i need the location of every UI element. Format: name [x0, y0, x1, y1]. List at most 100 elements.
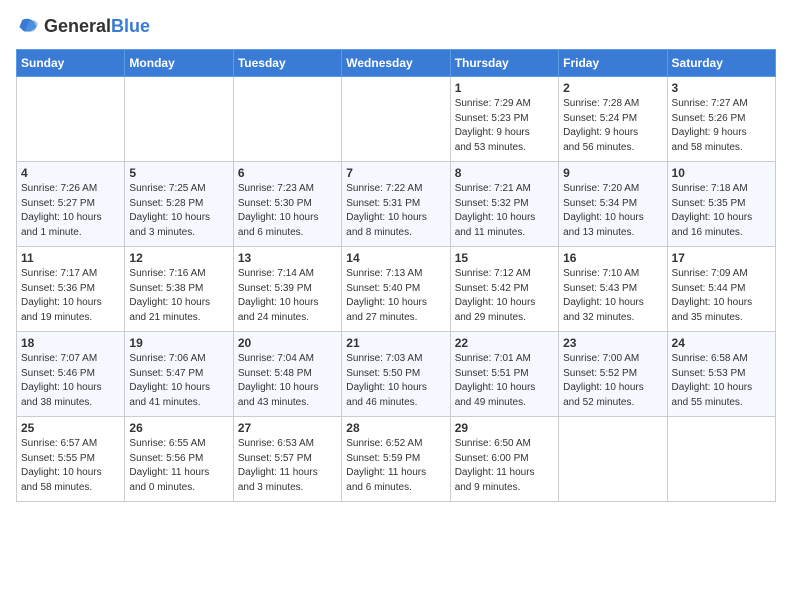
calendar-cell	[559, 417, 667, 502]
day-info: Sunrise: 7:04 AM Sunset: 5:48 PM Dayligh…	[238, 352, 337, 410]
day-number: 9	[563, 166, 662, 180]
calendar-cell: 1Sunrise: 7:29 AM Sunset: 5:23 PM Daylig…	[450, 77, 558, 162]
day-number: 20	[238, 336, 337, 350]
calendar-cell: 28 Sunrise: 6:52 AM Sunset: 5:59 PM Dayli…	[342, 417, 450, 502]
day-info: Sunrise: 7:17 AM Sunset: 5:36 PM Dayligh…	[21, 267, 120, 325]
day-info: Sunrise: 7:06 AM Sunset: 5:47 PM Dayligh…	[129, 352, 228, 410]
weekday-header-friday: Friday	[559, 50, 667, 77]
logo: GeneralBlue	[16, 16, 150, 37]
day-info: Sunrise: 7:14 AM Sunset: 5:39 PM Dayligh…	[238, 267, 337, 325]
calendar-cell: 19 Sunrise: 7:06 AM Sunset: 5:47 PM Dayli…	[125, 332, 233, 417]
day-number: 15	[455, 251, 554, 265]
day-number: 8	[455, 166, 554, 180]
day-info: Sunrise: 7:27 AM Sunset: 5:26 PM Dayligh…	[672, 97, 771, 155]
weekday-header-thursday: Thursday	[450, 50, 558, 77]
day-number: 27	[238, 421, 337, 435]
calendar-cell: 24Sunrise: 6:58 AM Sunset: 5:53 PM Dayli…	[667, 332, 775, 417]
day-info: Sunrise: 6:52 AM Sunset: 5:59 PM Dayligh…	[346, 437, 445, 495]
calendar-cell: 17 Sunrise: 7:09 AM Sunset: 5:44 PM Dayli…	[667, 247, 775, 332]
calendar-cell	[17, 77, 125, 162]
calendar-cell: 13 Sunrise: 7:14 AM Sunset: 5:39 PM Dayli…	[233, 247, 341, 332]
calendar-cell: 23Sunrise: 7:00 AM Sunset: 5:52 PM Dayli…	[559, 332, 667, 417]
weekday-header-row: SundayMondayTuesdayWednesdayThursdayFrid…	[17, 50, 776, 77]
logo-icon	[16, 17, 40, 37]
day-number: 2	[563, 81, 662, 95]
day-info: Sunrise: 7:13 AM Sunset: 5:40 PM Dayligh…	[346, 267, 445, 325]
day-number: 22	[455, 336, 554, 350]
day-number: 5	[129, 166, 228, 180]
calendar-cell: 22Sunrise: 7:01 AM Sunset: 5:51 PM Dayli…	[450, 332, 558, 417]
logo-blue-text: Blue	[111, 16, 150, 36]
day-number: 23	[563, 336, 662, 350]
calendar-cell: 16 Sunrise: 7:10 AM Sunset: 5:43 PM Dayli…	[559, 247, 667, 332]
day-number: 21	[346, 336, 445, 350]
day-number: 16	[563, 251, 662, 265]
weekday-header-wednesday: Wednesday	[342, 50, 450, 77]
calendar-cell: 2 Sunrise: 7:28 AM Sunset: 5:24 PM Daylig…	[559, 77, 667, 162]
day-info: Sunrise: 6:57 AM Sunset: 5:55 PM Dayligh…	[21, 437, 120, 495]
calendar-cell: 18 Sunrise: 7:07 AM Sunset: 5:46 PM Dayli…	[17, 332, 125, 417]
day-info: Sunrise: 7:28 AM Sunset: 5:24 PM Dayligh…	[563, 97, 662, 155]
day-info: Sunrise: 7:23 AM Sunset: 5:30 PM Dayligh…	[238, 182, 337, 240]
day-info: Sunrise: 7:26 AM Sunset: 5:27 PM Dayligh…	[21, 182, 120, 240]
calendar-cell: 10 Sunrise: 7:18 AM Sunset: 5:35 PM Dayli…	[667, 162, 775, 247]
logo-general-text: General	[44, 16, 111, 36]
day-number: 28	[346, 421, 445, 435]
day-number: 11	[21, 251, 120, 265]
calendar-cell: 9 Sunrise: 7:20 AM Sunset: 5:34 PM Daylig…	[559, 162, 667, 247]
calendar-week-row: 18 Sunrise: 7:07 AM Sunset: 5:46 PM Dayli…	[17, 332, 776, 417]
calendar-cell: 21Sunrise: 7:03 AM Sunset: 5:50 PM Dayli…	[342, 332, 450, 417]
day-info: Sunrise: 7:22 AM Sunset: 5:31 PM Dayligh…	[346, 182, 445, 240]
calendar-cell	[342, 77, 450, 162]
calendar-cell: 7 Sunrise: 7:22 AM Sunset: 5:31 PM Daylig…	[342, 162, 450, 247]
day-number: 14	[346, 251, 445, 265]
day-info: Sunrise: 7:07 AM Sunset: 5:46 PM Dayligh…	[21, 352, 120, 410]
day-number: 18	[21, 336, 120, 350]
day-number: 13	[238, 251, 337, 265]
calendar-week-row: 4 Sunrise: 7:26 AM Sunset: 5:27 PM Daylig…	[17, 162, 776, 247]
calendar-cell: 3Sunrise: 7:27 AM Sunset: 5:26 PM Daylig…	[667, 77, 775, 162]
calendar-cell: 27 Sunrise: 6:53 AM Sunset: 5:57 PM Dayli…	[233, 417, 341, 502]
day-info: Sunrise: 7:16 AM Sunset: 5:38 PM Dayligh…	[129, 267, 228, 325]
calendar-week-row: 1Sunrise: 7:29 AM Sunset: 5:23 PM Daylig…	[17, 77, 776, 162]
calendar-cell: 11 Sunrise: 7:17 AM Sunset: 5:36 PM Dayli…	[17, 247, 125, 332]
calendar-cell	[125, 77, 233, 162]
day-info: Sunrise: 6:55 AM Sunset: 5:56 PM Dayligh…	[129, 437, 228, 495]
day-info: Sunrise: 7:09 AM Sunset: 5:44 PM Dayligh…	[672, 267, 771, 325]
calendar-week-row: 11 Sunrise: 7:17 AM Sunset: 5:36 PM Dayli…	[17, 247, 776, 332]
weekday-header-sunday: Sunday	[17, 50, 125, 77]
calendar-table: SundayMondayTuesdayWednesdayThursdayFrid…	[16, 49, 776, 502]
day-info: Sunrise: 7:10 AM Sunset: 5:43 PM Dayligh…	[563, 267, 662, 325]
day-number: 4	[21, 166, 120, 180]
page-header: GeneralBlue	[16, 16, 776, 37]
day-info: Sunrise: 6:50 AM Sunset: 6:00 PM Dayligh…	[455, 437, 554, 495]
weekday-header-tuesday: Tuesday	[233, 50, 341, 77]
day-number: 24	[672, 336, 771, 350]
day-number: 7	[346, 166, 445, 180]
calendar-cell	[233, 77, 341, 162]
weekday-header-monday: Monday	[125, 50, 233, 77]
calendar-cell: 14 Sunrise: 7:13 AM Sunset: 5:40 PM Dayli…	[342, 247, 450, 332]
calendar-cell: 12 Sunrise: 7:16 AM Sunset: 5:38 PM Dayli…	[125, 247, 233, 332]
day-info: Sunrise: 7:12 AM Sunset: 5:42 PM Dayligh…	[455, 267, 554, 325]
day-number: 12	[129, 251, 228, 265]
day-info: Sunrise: 7:21 AM Sunset: 5:32 PM Dayligh…	[455, 182, 554, 240]
day-info: Sunrise: 6:53 AM Sunset: 5:57 PM Dayligh…	[238, 437, 337, 495]
calendar-cell: 29 Sunrise: 6:50 AM Sunset: 6:00 PM Dayli…	[450, 417, 558, 502]
day-info: Sunrise: 7:18 AM Sunset: 5:35 PM Dayligh…	[672, 182, 771, 240]
calendar-cell: 6 Sunrise: 7:23 AM Sunset: 5:30 PM Daylig…	[233, 162, 341, 247]
calendar-cell: 15 Sunrise: 7:12 AM Sunset: 5:42 PM Dayli…	[450, 247, 558, 332]
day-info: Sunrise: 7:20 AM Sunset: 5:34 PM Dayligh…	[563, 182, 662, 240]
day-number: 10	[672, 166, 771, 180]
calendar-cell: 8 Sunrise: 7:21 AM Sunset: 5:32 PM Daylig…	[450, 162, 558, 247]
day-number: 19	[129, 336, 228, 350]
calendar-week-row: 25 Sunrise: 6:57 AM Sunset: 5:55 PM Dayli…	[17, 417, 776, 502]
calendar-cell: 5 Sunrise: 7:25 AM Sunset: 5:28 PM Daylig…	[125, 162, 233, 247]
day-info: Sunrise: 7:29 AM Sunset: 5:23 PM Dayligh…	[455, 97, 554, 155]
day-info: Sunrise: 7:25 AM Sunset: 5:28 PM Dayligh…	[129, 182, 228, 240]
day-number: 29	[455, 421, 554, 435]
day-number: 25	[21, 421, 120, 435]
day-number: 17	[672, 251, 771, 265]
day-number: 26	[129, 421, 228, 435]
day-number: 6	[238, 166, 337, 180]
